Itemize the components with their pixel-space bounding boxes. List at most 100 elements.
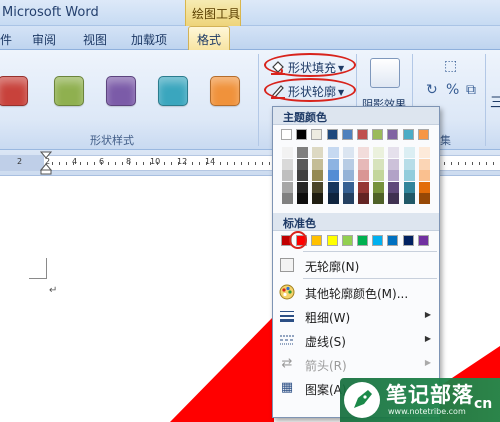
theme-shade-cell[interactable]: [282, 193, 293, 204]
align-icon[interactable]: %: [446, 82, 459, 98]
theme-color-cell[interactable]: [311, 129, 323, 140]
rotate-icon[interactable]: ↻: [426, 82, 438, 98]
theme-color-cell[interactable]: [326, 129, 338, 140]
theme-shade-cell[interactable]: [297, 170, 309, 181]
theme-shade-cell[interactable]: [388, 193, 400, 204]
standard-color-cell[interactable]: [417, 235, 429, 246]
theme-color-cell[interactable]: [296, 129, 308, 140]
context-group-label: 绘图工具: [192, 7, 241, 21]
theme-shade-cell[interactable]: [418, 193, 430, 204]
ruler-tick: [192, 162, 193, 165]
theme-color-cell[interactable]: [357, 129, 368, 140]
shape-style-swatch[interactable]: [158, 76, 188, 106]
theme-shade-cell[interactable]: [327, 170, 339, 181]
shape-style-swatch[interactable]: [210, 76, 240, 106]
shape-style-swatch[interactable]: [106, 76, 136, 106]
theme-shade-cell[interactable]: [297, 147, 309, 158]
theme-shade-cell[interactable]: [373, 193, 385, 204]
theme-color-cell[interactable]: [372, 129, 384, 140]
theme-shade-cell[interactable]: [327, 158, 339, 170]
group-objects-icon[interactable]: ⧉: [466, 82, 476, 98]
theme-color-cell[interactable]: [281, 129, 292, 140]
ruler-tick: [143, 162, 144, 165]
standard-color-cell[interactable]: [402, 235, 414, 246]
theme-shade-cell[interactable]: [373, 158, 385, 170]
theme-shade-cell[interactable]: [282, 147, 293, 158]
theme-shade-cell[interactable]: [358, 170, 369, 181]
theme-shade-cell[interactable]: [358, 147, 369, 158]
theme-shade-cell[interactable]: [282, 158, 293, 170]
theme-shade-cell[interactable]: [403, 181, 415, 193]
standard-color-cell[interactable]: [341, 235, 353, 246]
theme-shade-cell[interactable]: [373, 181, 385, 193]
shape-style-swatch[interactable]: [54, 76, 84, 106]
theme-shade-cell[interactable]: [388, 170, 400, 181]
tab-format[interactable]: 格式: [188, 26, 231, 51]
theme-shade-cell[interactable]: [327, 181, 339, 193]
ruler-tick: [486, 162, 487, 165]
standard-color-cell[interactable]: [387, 235, 399, 246]
theme-shade-cell[interactable]: [312, 147, 324, 158]
title-bar: Microsoft Word 绘图工具: [0, 0, 500, 26]
more-outline-colors-item[interactable]: 其他轮廓颜色(M)...: [273, 280, 439, 304]
theme-shade-cell[interactable]: [327, 193, 339, 204]
theme-shade-cell[interactable]: [312, 193, 324, 204]
theme-shade-cell[interactable]: [358, 158, 369, 170]
standard-color-cell[interactable]: [326, 235, 338, 246]
bring-forward-icon[interactable]: ⬚: [444, 58, 457, 74]
theme-color-cell[interactable]: [417, 129, 429, 140]
theme-shade-cell[interactable]: [403, 147, 415, 158]
tab-review[interactable]: 审阅: [32, 31, 56, 48]
indent-marker-icon[interactable]: [40, 151, 52, 175]
pattern-icon: ▦: [280, 380, 294, 395]
theme-shade-cell[interactable]: [418, 170, 430, 181]
theme-shade-cell[interactable]: [327, 147, 339, 158]
chevron-right-icon: ▶: [424, 358, 431, 367]
theme-shade-cell[interactable]: [297, 193, 309, 204]
tab-view[interactable]: 视图: [83, 31, 107, 48]
theme-shade-cell[interactable]: [282, 170, 293, 181]
tab-add-ins[interactable]: 加载项: [131, 31, 167, 48]
theme-shade-cell[interactable]: [297, 181, 309, 193]
theme-shade-cell[interactable]: [342, 170, 354, 181]
theme-shade-cell[interactable]: [403, 193, 415, 204]
theme-shade-cell[interactable]: [282, 181, 293, 193]
theme-shade-cell[interactable]: [342, 193, 354, 204]
theme-shade-cell[interactable]: [373, 170, 385, 181]
theme-shade-cell[interactable]: [297, 158, 309, 170]
standard-color-cell[interactable]: [357, 235, 368, 246]
watermark-url: www.notetribe.com: [388, 407, 466, 416]
theme-shade-cell[interactable]: [342, 181, 354, 193]
tab-file[interactable]: 件: [0, 31, 12, 48]
arrange-group-label: 集: [440, 134, 451, 147]
theme-shade-cell[interactable]: [342, 147, 354, 158]
standard-color-cell[interactable]: [372, 235, 384, 246]
theme-shade-cell[interactable]: [358, 181, 369, 193]
more-outline-colors-label: 其他轮廓颜色(M)...: [305, 287, 409, 301]
arrows-item[interactable]: ⇄ 箭头(R) ▶: [273, 352, 439, 376]
theme-shade-cell[interactable]: [418, 147, 430, 158]
theme-shade-cell[interactable]: [342, 158, 354, 170]
theme-shade-cell[interactable]: [403, 158, 415, 170]
theme-shade-cell[interactable]: [388, 181, 400, 193]
theme-shade-cell[interactable]: [418, 181, 430, 193]
dashes-item[interactable]: 虚线(S) ▶: [273, 328, 439, 352]
theme-shade-cell[interactable]: [373, 147, 385, 158]
theme-shade-cell[interactable]: [312, 158, 324, 170]
theme-shade-cell[interactable]: [388, 158, 400, 170]
no-outline-item[interactable]: 无轮廓(N): [273, 253, 439, 277]
theme-shade-cell[interactable]: [312, 170, 324, 181]
theme-color-cell[interactable]: [402, 129, 414, 140]
theme-shade-cell[interactable]: [312, 181, 324, 193]
theme-shade-cell[interactable]: [388, 147, 400, 158]
theme-shade-cell[interactable]: [418, 158, 430, 170]
theme-color-cell[interactable]: [387, 129, 399, 140]
weight-item[interactable]: 粗细(W) ▶: [273, 304, 439, 328]
shape-style-swatch[interactable]: [0, 76, 28, 106]
standard-color-cell[interactable]: [311, 235, 323, 246]
theme-shade-cell[interactable]: [358, 193, 369, 204]
ruler-tick: [199, 162, 200, 165]
ruler-tick: [465, 162, 466, 165]
theme-shade-cell[interactable]: [403, 170, 415, 181]
theme-color-cell[interactable]: [341, 129, 353, 140]
